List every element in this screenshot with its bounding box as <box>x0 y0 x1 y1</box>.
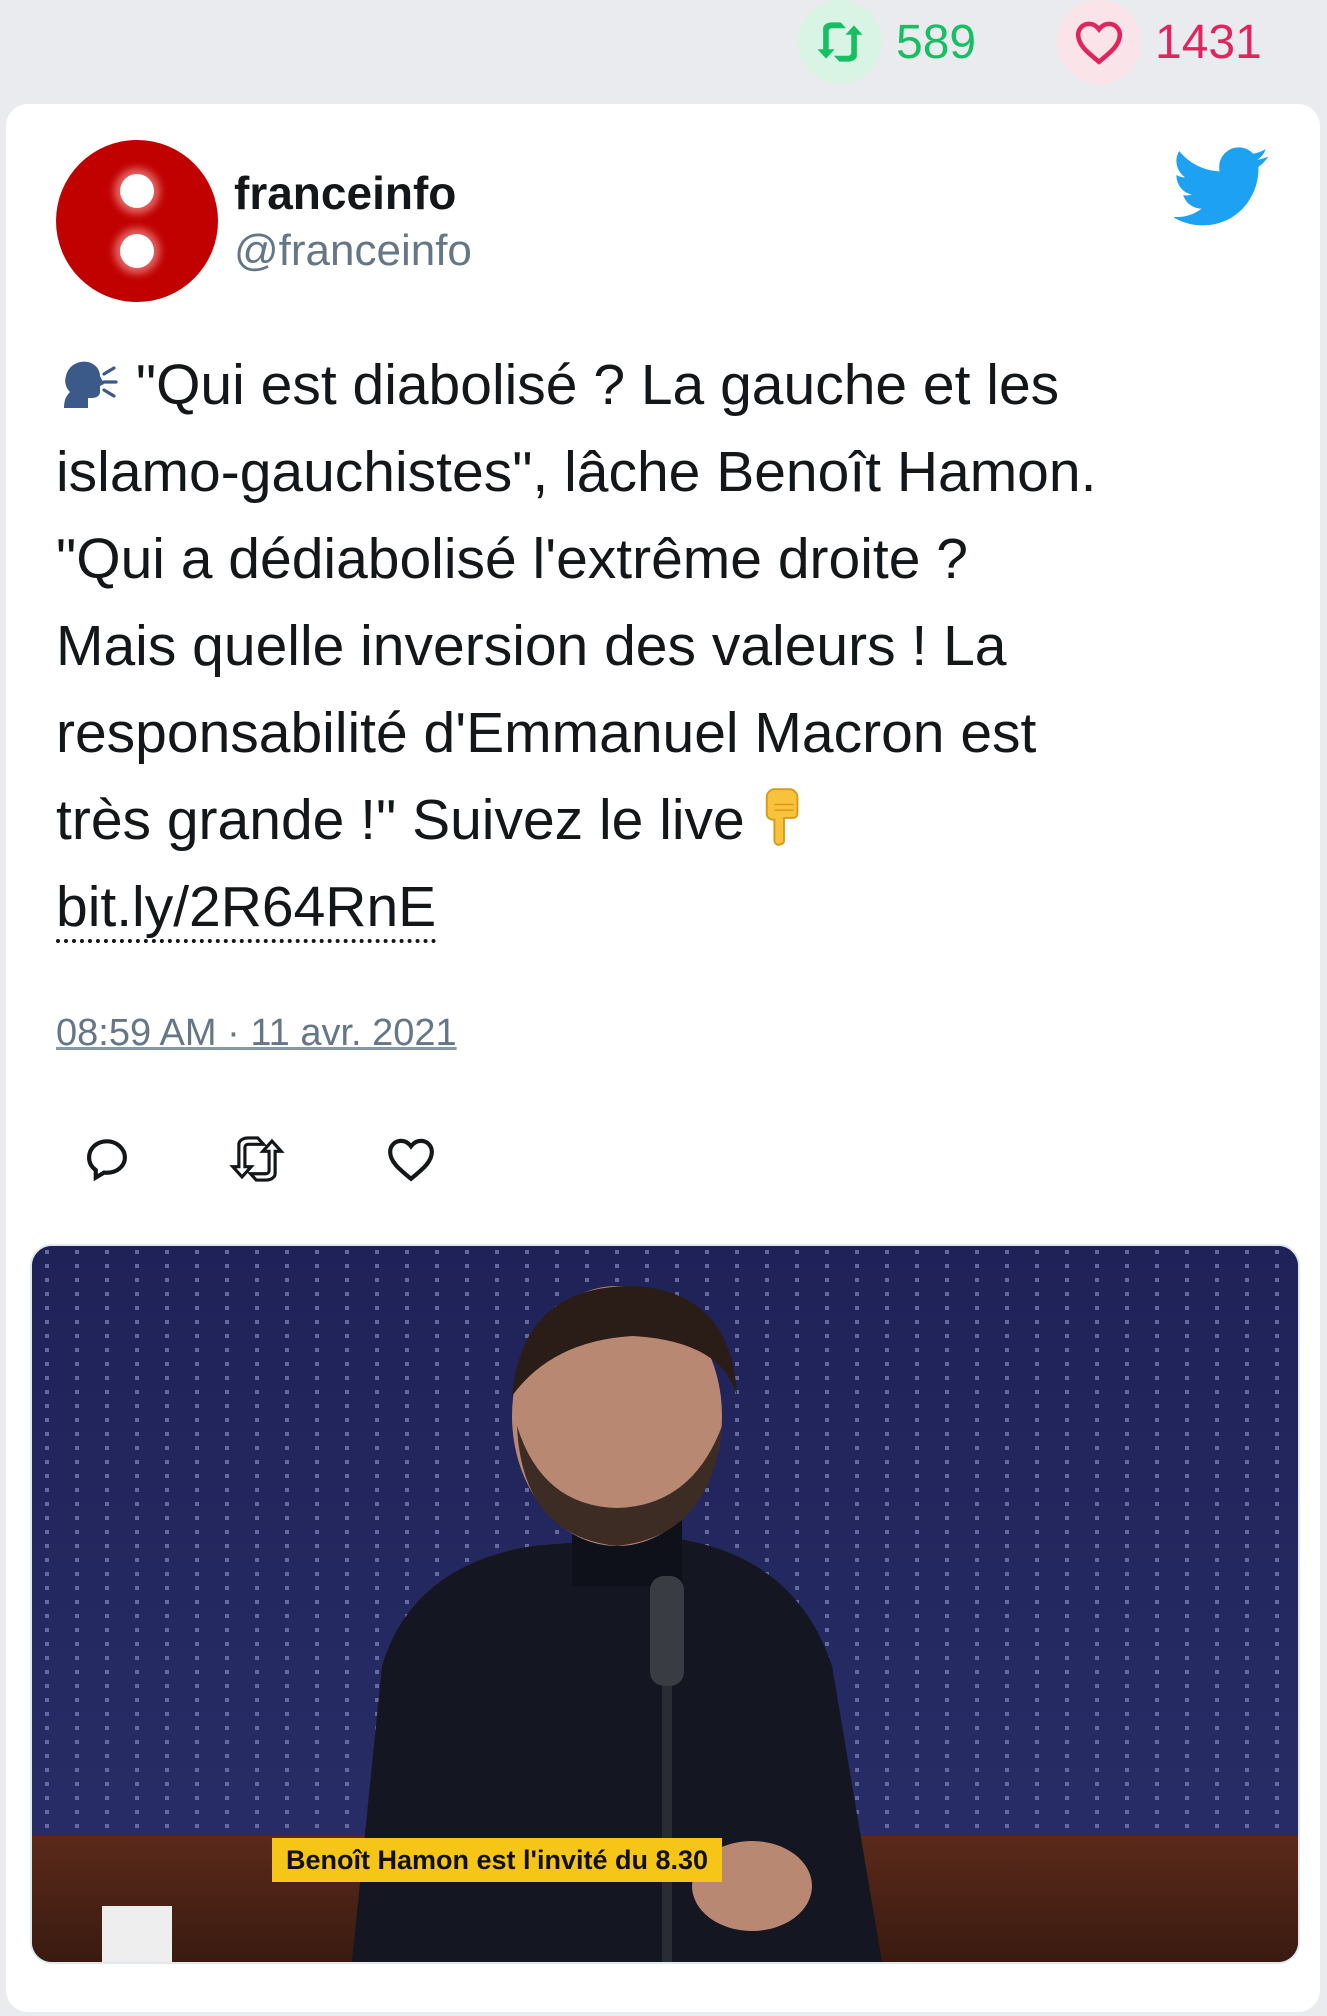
tweet-line-4: Mais quelle inversion des valeurs ! La <box>56 614 1007 678</box>
tweet-link-line: bit.ly/2R64RnE <box>56 864 1296 951</box>
retweet-count: 589 <box>896 15 977 69</box>
tweet-line-5: responsabilité d'Emmanuel Macron est <box>56 701 1037 765</box>
tweet-line-6: très grande !" Suivez le live <box>56 788 745 852</box>
like-count: 1431 <box>1155 15 1262 69</box>
author-display-name[interactable]: franceinfo <box>234 166 456 220</box>
tweet-text-line: très grande !" Suivez le live <box>56 777 1296 864</box>
heart-icon[interactable] <box>1057 0 1141 84</box>
retweet-icon[interactable] <box>798 0 882 84</box>
retweet-action-icon[interactable] <box>222 1124 292 1194</box>
tweet-media-image[interactable]: Benoît Hamon est l'invité du 8.30 <box>30 1244 1300 1964</box>
tweet-card: franceinfo @franceinfo "Qui est diabolis… <box>6 104 1320 2012</box>
author-handle[interactable]: @franceinfo <box>234 226 472 276</box>
tweet-line-1: "Qui est diabolisé ? La gauche et les <box>135 353 1060 417</box>
tweet-link[interactable]: bit.ly/2R64RnE <box>56 875 437 943</box>
like-icon[interactable] <box>376 1124 446 1194</box>
backhand-index-pointing-down-icon <box>765 788 798 846</box>
retweet-stat[interactable]: 589 <box>798 0 976 84</box>
avatar-dot-top <box>120 174 154 208</box>
reply-icon[interactable] <box>72 1124 142 1194</box>
tweet-text: "Qui est diabolisé ? La gauche et les is… <box>56 342 1296 951</box>
tweet-timestamp[interactable]: 08:59 AM · 11 avr. 2021 <box>56 1012 457 1055</box>
avatar[interactable] <box>56 140 218 302</box>
avatar-dot-bottom <box>120 234 154 268</box>
like-stat[interactable]: 1431 <box>1057 0 1262 84</box>
tweet-line-3: "Qui a dédiabolisé l'extrême droite ? <box>56 527 968 591</box>
twitter-bird-icon[interactable] <box>1174 144 1270 230</box>
speaking-head-emoji-icon <box>64 361 118 408</box>
media-caption-banner: Benoît Hamon est l'invité du 8.30 <box>272 1838 723 1882</box>
tweet-text-line: "Qui est diabolisé ? La gauche et les <box>56 342 1296 429</box>
engagement-stats-bar: 589 1431 <box>0 0 1327 84</box>
tweet-line-2: islamo-gauchistes", lâche Benoît Hamon. <box>56 440 1097 504</box>
